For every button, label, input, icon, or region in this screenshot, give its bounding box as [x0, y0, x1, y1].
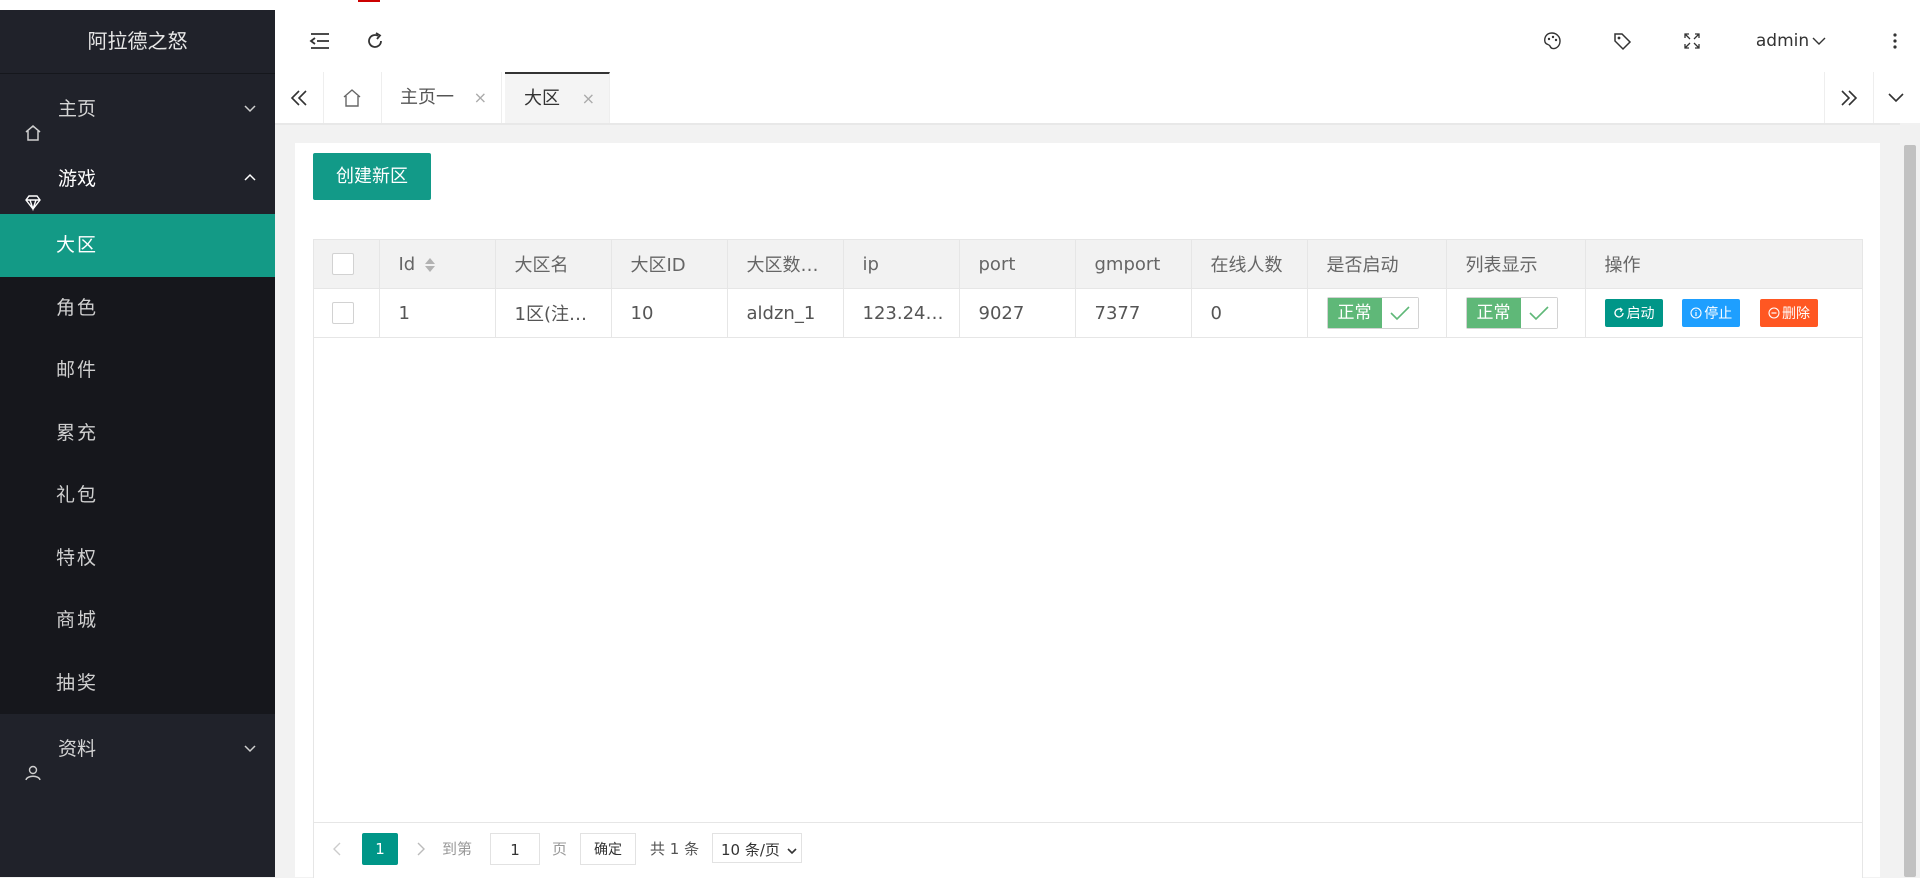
sidebar-item-label: 主页 — [58, 98, 97, 120]
diamond-icon — [24, 171, 42, 211]
sidebar-item-shop[interactable]: 商城 — [0, 589, 275, 652]
cell-name: 1区(注… — [495, 288, 612, 338]
prev-page-icon[interactable] — [332, 833, 342, 865]
page-suffix: 页 — [552, 840, 568, 858]
column-header: 是否启动 — [1307, 240, 1447, 289]
cell-gmport: 7377 — [1075, 288, 1192, 338]
column-header-id[interactable]: Id — [379, 240, 496, 289]
cell-db: aldzn_1 — [727, 288, 844, 338]
sidebar-item-recharge[interactable]: 累充 — [0, 402, 275, 465]
data-table: Id 大区名 大区ID 大区数… ip port gmport 在线人数 是否启… — [314, 240, 1862, 338]
column-header: gmport — [1075, 240, 1192, 289]
sidebar-item-zone[interactable]: 大区 — [0, 214, 275, 277]
page-scrollbar[interactable] — [1900, 123, 1920, 877]
tab-home-icon[interactable] — [323, 72, 382, 123]
check-icon — [1520, 298, 1557, 328]
listed-switch[interactable]: 正常 — [1465, 297, 1558, 329]
column-header: 大区ID — [611, 240, 728, 289]
cell-online: 0 — [1191, 288, 1308, 338]
minus-circle-icon — [1768, 307, 1780, 319]
decor-mark — [358, 0, 380, 2]
more-icon[interactable] — [1883, 10, 1907, 72]
browser-top-strip — [0, 0, 1920, 10]
column-header: ip — [843, 240, 960, 289]
sidebar-item-role[interactable]: 角色 — [0, 277, 275, 340]
chevron-down-icon — [243, 74, 257, 144]
column-header: port — [959, 240, 1076, 289]
user-icon — [24, 741, 42, 780]
sidebar-item-game[interactable]: 游戏 — [0, 144, 275, 214]
app-logo-title: 阿拉德之怒 — [0, 10, 275, 74]
delete-button[interactable]: 删除 — [1759, 299, 1818, 327]
chevron-down-icon — [787, 847, 797, 855]
tag-icon[interactable] — [1607, 10, 1637, 72]
page-size-select[interactable]: 10 条/页 — [712, 833, 802, 863]
table-header-row: Id 大区名 大区ID 大区数… ip port gmport 在线人数 是否启… — [314, 240, 1862, 289]
column-header: 列表显示 — [1446, 240, 1586, 289]
select-all-checkbox[interactable] — [332, 253, 354, 275]
chevron-down-icon — [243, 714, 257, 784]
tab-label: 主页一 — [400, 87, 454, 108]
switch-label: 正常 — [1327, 298, 1382, 328]
tab-label: 大区 — [524, 88, 560, 109]
scrollbar-thumb[interactable] — [1904, 145, 1916, 877]
theme-icon[interactable] — [1537, 10, 1567, 72]
chevron-down-icon — [1812, 35, 1826, 47]
table-row: 1 1区(注… 10 aldzn_1 123.24… 9027 7377 0 正… — [314, 288, 1862, 338]
tabs-dropdown-icon[interactable] — [1872, 72, 1920, 123]
sidebar-item-label: 资料 — [58, 738, 97, 760]
pagination: 1 到第 1 页 确定 共 1 条 10 条/页 — [314, 822, 1862, 878]
column-header: 操作 — [1585, 240, 1862, 289]
sidebar-item-gift[interactable]: 礼包 — [0, 464, 275, 527]
zone-table: Id 大区名 大区ID 大区数… ip port gmport 在线人数 是否启… — [313, 239, 1863, 878]
sidebar-item-home[interactable]: 主页 — [0, 74, 275, 144]
cell-zone-id: 10 — [611, 288, 728, 338]
main-content: 创建新区 Id 大区名 大区ID 大区数… ip port gmport 在线人… — [295, 143, 1880, 878]
sidebar-item-profile[interactable]: 资料 — [0, 714, 275, 784]
tab-bar: 主页一 × 大区 × — [275, 72, 1920, 125]
column-header: 大区数… — [727, 240, 844, 289]
home-icon — [24, 101, 42, 141]
tabs-scroll-left-icon[interactable] — [275, 72, 324, 123]
goto-label: 到第 — [442, 840, 473, 858]
close-icon[interactable]: × — [474, 72, 487, 123]
goto-confirm-button[interactable]: 确定 — [580, 833, 636, 865]
sidebar-item-mail[interactable]: 邮件 — [0, 339, 275, 402]
username: admin — [1755, 31, 1810, 51]
tab-zone[interactable]: 大区 × — [505, 72, 610, 123]
cell-port: 9027 — [959, 288, 1076, 338]
check-icon — [1381, 298, 1418, 328]
fullscreen-icon[interactable] — [1677, 10, 1707, 72]
page-current[interactable]: 1 — [362, 833, 398, 865]
tabs-scroll-right-icon[interactable] — [1824, 72, 1874, 123]
chevron-up-icon — [243, 144, 257, 214]
switch-label: 正常 — [1466, 298, 1521, 328]
stop-button[interactable]: 停止 — [1682, 299, 1741, 327]
next-page-icon[interactable] — [416, 833, 426, 865]
create-zone-button[interactable]: 创建新区 — [313, 153, 431, 200]
tab-home-one[interactable]: 主页一 × — [381, 72, 502, 123]
game-submenu: 大区 角色 邮件 累充 礼包 特权 商城 抽奖 — [0, 214, 275, 714]
refresh-icon[interactable] — [360, 10, 390, 72]
row-checkbox[interactable] — [332, 302, 354, 324]
goto-page-input[interactable]: 1 — [490, 833, 540, 865]
info-icon — [1690, 307, 1702, 319]
sidebar-item-label: 游戏 — [58, 168, 97, 190]
refresh-icon — [1613, 307, 1625, 319]
sidebar-item-privilege[interactable]: 特权 — [0, 527, 275, 590]
started-switch[interactable]: 正常 — [1326, 297, 1419, 329]
sidebar-item-lottery[interactable]: 抽奖 — [0, 652, 275, 715]
sort-icon[interactable] — [425, 257, 436, 272]
top-header: admin — [275, 10, 1920, 73]
column-header: 在线人数 — [1191, 240, 1308, 289]
user-menu[interactable]: admin — [1751, 10, 1831, 72]
column-header: 大区名 — [495, 240, 612, 289]
menu-fold-icon[interactable] — [305, 10, 335, 72]
total-count: 共 1 条 — [650, 840, 700, 858]
cell-id: 1 — [379, 288, 496, 338]
sidebar: 阿拉德之怒 主页 游戏 大区 角色 邮件 累充 礼包 特权 商城 抽奖 资料 — [0, 10, 275, 877]
start-button[interactable]: 启动 — [1604, 299, 1663, 327]
close-icon[interactable]: × — [582, 74, 595, 123]
cell-ip: 123.24… — [843, 288, 960, 338]
